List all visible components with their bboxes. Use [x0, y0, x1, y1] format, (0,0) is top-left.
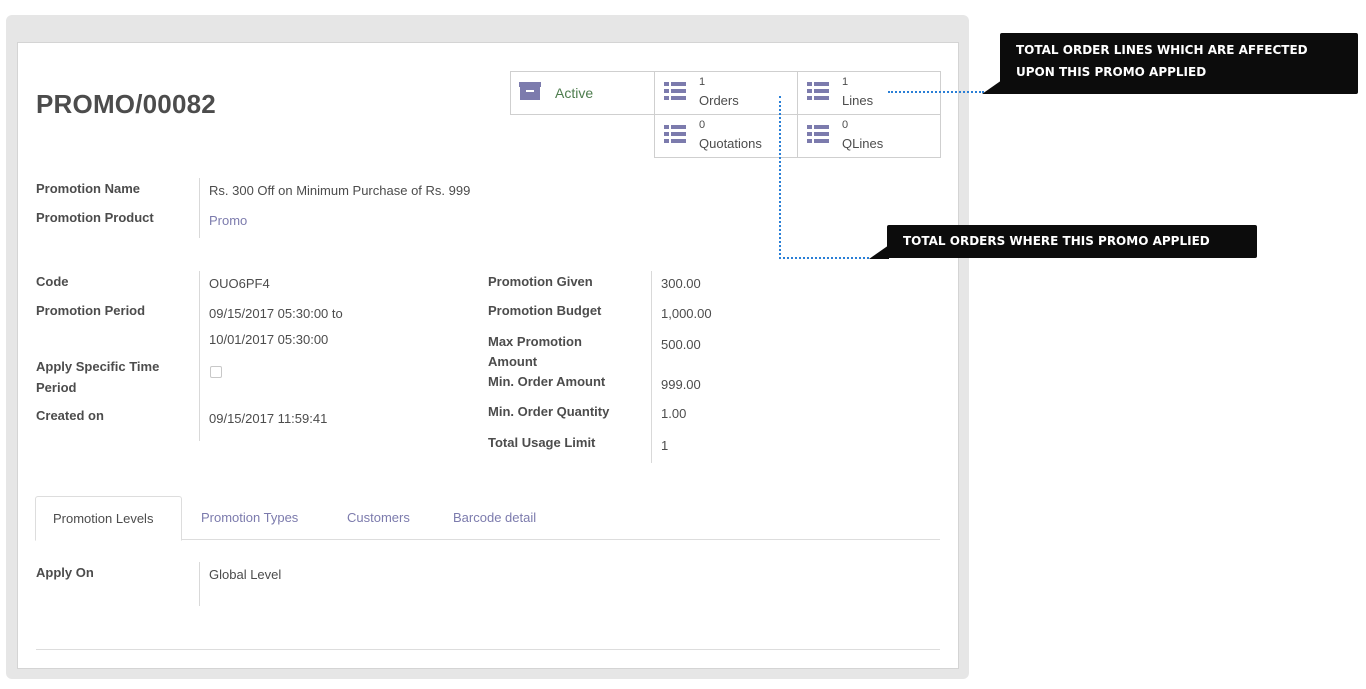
- tab-customers[interactable]: Customers: [347, 496, 410, 540]
- min-order-amount-value: 999.00: [661, 377, 701, 392]
- qlines-count: 0: [842, 119, 849, 131]
- lines-callout-text-2: UPON THIS PROMO APPLIED: [1016, 65, 1207, 79]
- section-divider: [36, 649, 940, 650]
- quotations-button[interactable]: 0 Quotations: [654, 114, 798, 158]
- tab-barcode-detail[interactable]: Barcode detail: [453, 496, 536, 540]
- qlines-label: QLines: [842, 136, 884, 151]
- page-title: PROMO/00082: [36, 89, 216, 119]
- promotion-name-value: Rs. 300 Off on Minimum Purchase of Rs. 9…: [209, 183, 471, 198]
- orders-callout: TOTAL ORDERS WHERE THIS PROMO APPLIED: [887, 225, 1257, 258]
- promotion-period-to: 10/01/2017 05:30:00: [209, 332, 329, 347]
- quotations-count: 0: [699, 119, 706, 131]
- promotion-budget-value: 1,000.00: [661, 306, 712, 321]
- list-icon: [664, 125, 686, 143]
- orders-count: 1: [699, 76, 706, 88]
- promotion-name-label: Promotion Name: [36, 181, 141, 196]
- field-divider: [199, 562, 200, 606]
- lines-label: Lines: [842, 93, 874, 108]
- orders-callout-connector-vertical: [779, 96, 781, 259]
- min-order-amount-label: Min. Order Amount: [488, 374, 606, 389]
- apply-on-value: Global Level: [209, 567, 282, 582]
- orders-callout-connector-horizontal: [779, 257, 869, 259]
- field-divider: [651, 271, 652, 463]
- max-promotion-amount-label-2: Amount: [488, 354, 538, 369]
- promotion-product-link[interactable]: Promo: [209, 211, 247, 231]
- total-usage-limit-label: Total Usage Limit: [488, 435, 596, 450]
- tab-promotion-types[interactable]: Promotion Types: [201, 496, 298, 540]
- min-order-quantity-label: Min. Order Quantity: [488, 404, 610, 419]
- max-promotion-amount-value: 500.00: [661, 337, 701, 352]
- list-icon: [807, 125, 829, 143]
- active-label: Active: [555, 85, 594, 101]
- promotion-given-label: Promotion Given: [488, 274, 593, 289]
- apply-specific-time-checkbox[interactable]: [210, 366, 222, 378]
- orders-callout-text: TOTAL ORDERS WHERE THIS PROMO APPLIED: [903, 234, 1210, 248]
- created-on-label: Created on: [36, 408, 104, 423]
- orders-label: Orders: [699, 93, 739, 108]
- code-label: Code: [36, 274, 69, 289]
- lines-callout: TOTAL ORDER LINES WHICH ARE AFFECTED UPO…: [1000, 33, 1358, 94]
- promotion-budget-label: Promotion Budget: [488, 303, 602, 318]
- min-order-quantity-value: 1.00: [661, 406, 687, 421]
- promotion-period-from: 09/15/2017 05:30:00 to: [209, 306, 343, 321]
- tab-promotion-levels[interactable]: Promotion Levels: [35, 496, 182, 541]
- active-toggle-button[interactable]: Active: [510, 71, 655, 115]
- lines-callout-text-1: TOTAL ORDER LINES WHICH ARE AFFECTED: [1016, 43, 1308, 57]
- promotion-given-value: 300.00: [661, 276, 701, 291]
- total-usage-limit-value: 1: [661, 438, 669, 453]
- field-divider: [199, 271, 200, 441]
- apply-specific-time-label: Apply Specific Time: [36, 359, 160, 374]
- code-value: OUO6PF4: [209, 276, 270, 291]
- apply-on-label: Apply On: [36, 565, 94, 580]
- list-icon: [807, 82, 829, 100]
- qlines-button[interactable]: 0 QLines: [797, 114, 941, 158]
- list-icon: [664, 82, 686, 100]
- promotion-period-label: Promotion Period: [36, 303, 146, 318]
- promotion-product-label: Promotion Product: [36, 210, 154, 225]
- max-promotion-amount-label: Max Promotion: [488, 334, 582, 349]
- field-divider: [199, 178, 200, 238]
- lines-callout-pointer: [982, 80, 1002, 94]
- lines-button[interactable]: 1 Lines: [797, 71, 941, 115]
- orders-callout-pointer: [869, 245, 889, 259]
- apply-specific-time-label-2: Period: [36, 380, 77, 395]
- quotations-label: Quotations: [699, 136, 762, 151]
- lines-count: 1: [842, 76, 849, 88]
- archive-icon: [519, 82, 541, 100]
- orders-button[interactable]: 1 Orders: [654, 71, 798, 115]
- created-on-value: 09/15/2017 11:59:41: [209, 411, 328, 426]
- lines-callout-connector: [888, 91, 984, 93]
